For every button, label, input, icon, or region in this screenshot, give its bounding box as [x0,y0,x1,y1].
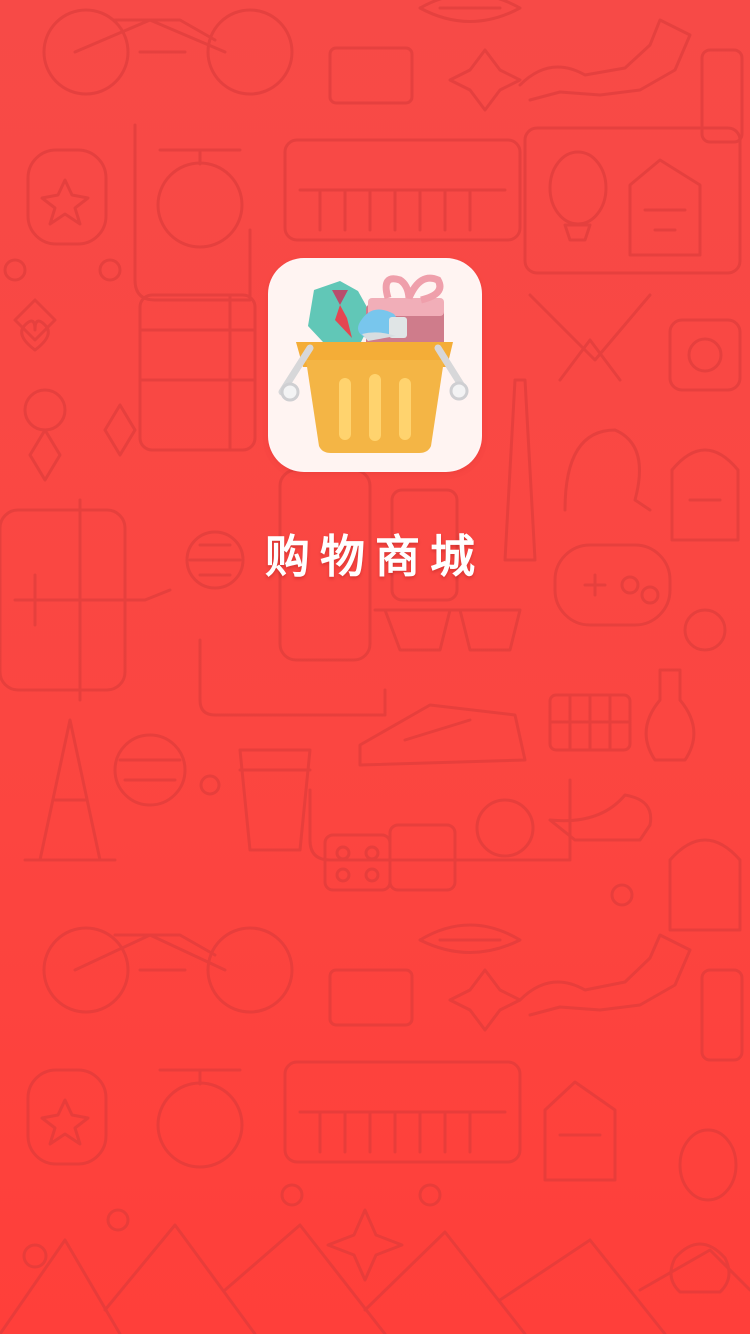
bird-doodle [550,795,651,840]
robot-head-doodle [630,160,700,255]
balloon-doodle [550,152,606,224]
hotdog-doodle [420,0,520,22]
motorcycle-doodle [44,10,292,94]
mountains-doodle [0,1225,750,1334]
camera-doodle [670,320,740,390]
app-title: 购物商城 [264,530,485,583]
bricks-doodle [390,825,455,890]
cat-doodle [565,430,650,510]
bottle-doodle [646,670,694,760]
shopping-basket-icon [270,260,480,470]
headphones-doodle [28,150,106,244]
sandwich-doodle [330,48,412,103]
mecha-doodle [530,295,650,380]
dog-doodle [520,20,690,100]
card-suits-doodle [15,300,55,350]
dice-doodle [325,835,390,890]
anime-face-doodle [670,840,740,930]
notebook-doodle [140,295,255,450]
glasses-doodle [375,610,520,650]
drum-doodle [158,163,242,247]
coffee-cup-doodle [240,750,310,850]
motorcycle-doodle-2 [44,928,292,1012]
rocket-doodle [25,720,115,860]
doodle-background-pattern [0,0,750,1334]
splash-screen: 购物商城 [0,0,750,1334]
star-doodle [450,50,520,110]
app-icon [270,260,480,470]
